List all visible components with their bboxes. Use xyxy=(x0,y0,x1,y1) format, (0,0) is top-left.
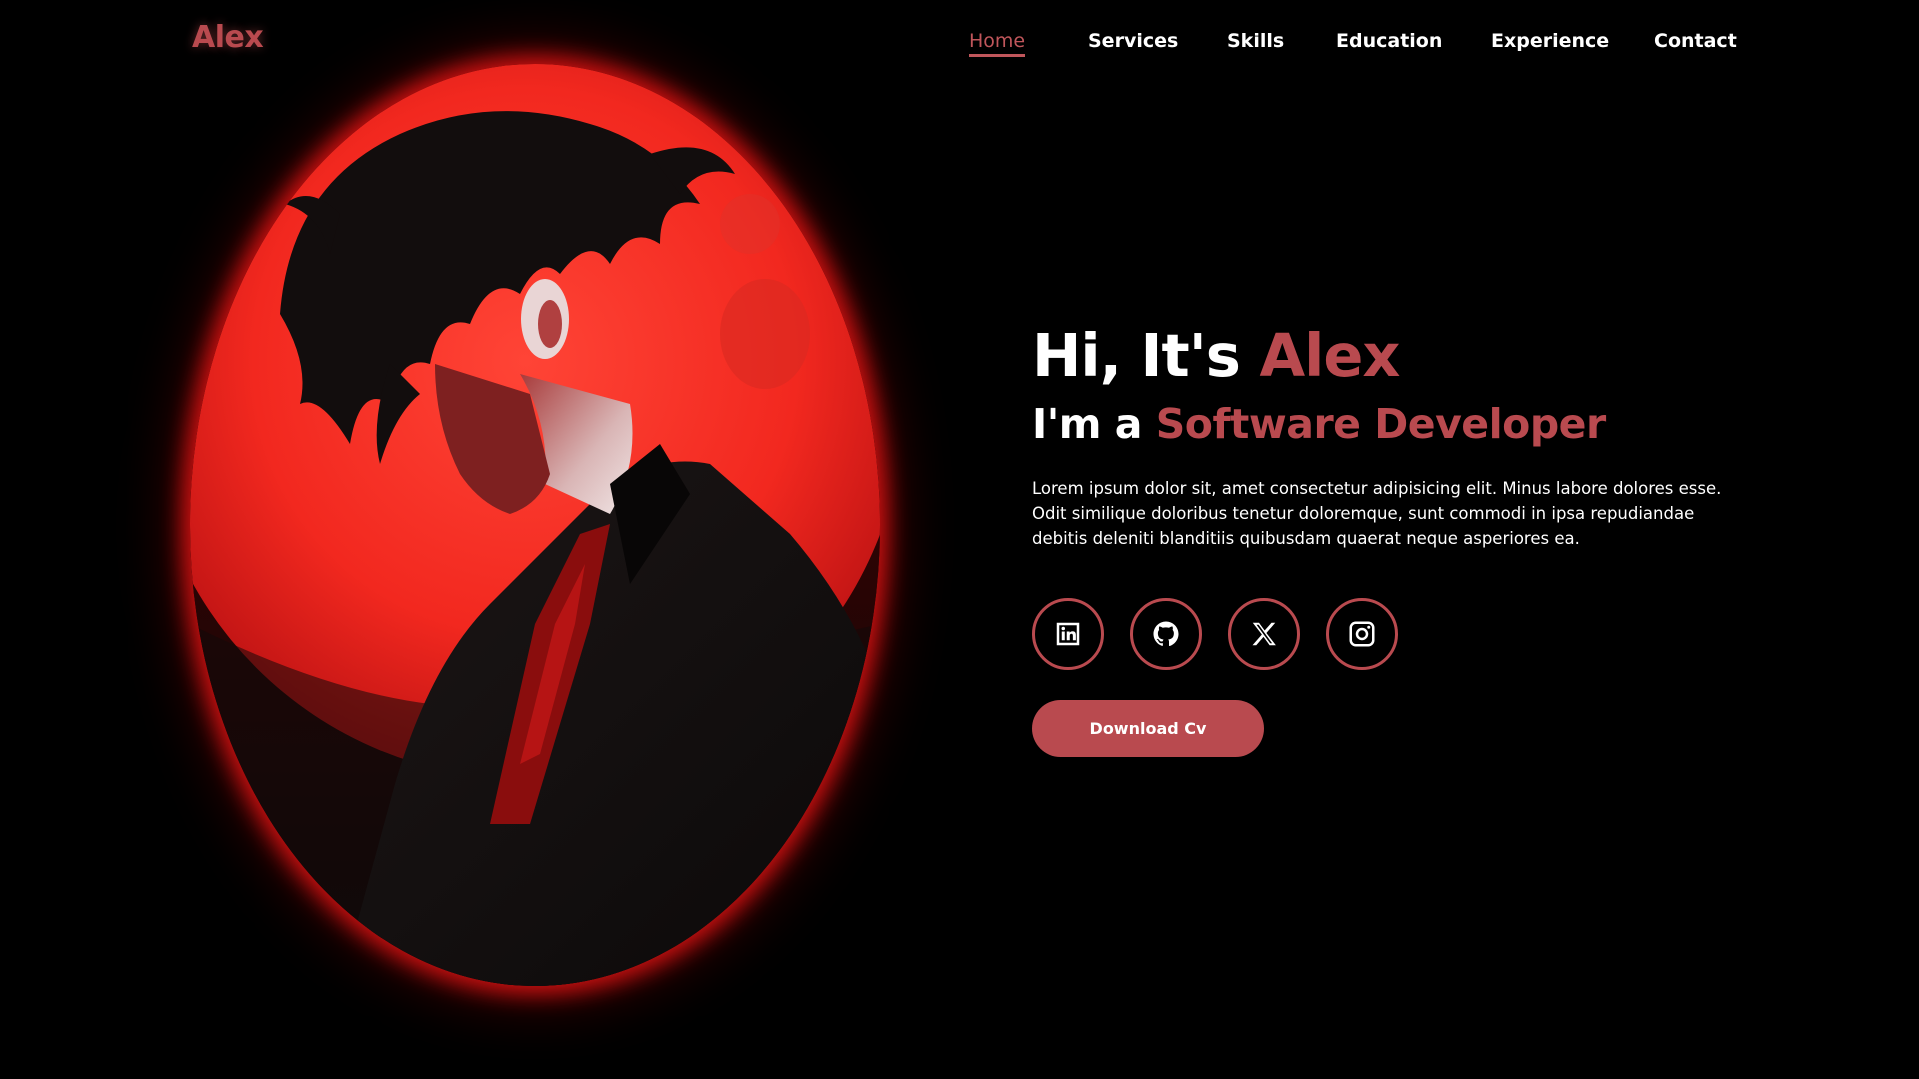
github-button[interactable] xyxy=(1130,598,1202,670)
nav-experience[interactable]: Experience xyxy=(1491,30,1609,52)
nav-skills[interactable]: Skills xyxy=(1227,30,1284,52)
x-button[interactable] xyxy=(1228,598,1300,670)
linkedin-icon xyxy=(1056,622,1080,646)
greeting-name: Alex xyxy=(1259,321,1400,390)
nav-home[interactable]: Home xyxy=(969,30,1026,57)
hero-role: I'm a Software Developer xyxy=(1032,394,1752,454)
nav-education[interactable]: Education xyxy=(1336,30,1442,52)
instagram-icon xyxy=(1349,621,1375,647)
nav-contact[interactable]: Contact xyxy=(1654,30,1737,52)
nav-services[interactable]: Services xyxy=(1088,30,1178,52)
github-icon xyxy=(1153,621,1179,647)
instagram-button[interactable] xyxy=(1326,598,1398,670)
x-icon xyxy=(1252,622,1276,646)
hero-greeting: Hi, It's Alex xyxy=(1032,318,1752,394)
main-nav: Home Services Skills Education Experienc… xyxy=(969,30,1737,64)
logo[interactable]: Alex xyxy=(192,20,264,55)
hero-text: Hi, It's Alex I'm a Software Developer L… xyxy=(1032,318,1752,551)
role-prefix: I'm a xyxy=(1032,400,1142,448)
greeting-prefix: Hi, It's xyxy=(1032,321,1241,390)
social-links xyxy=(1032,598,1432,670)
role-title: Software Developer xyxy=(1155,400,1606,448)
portfolio-page: Alex Home Services Skills Education Expe… xyxy=(0,0,1919,1079)
profile-illustration xyxy=(190,64,880,986)
hero-description: Lorem ipsum dolor sit, amet consectetur … xyxy=(1032,479,1722,548)
linkedin-button[interactable] xyxy=(1032,598,1104,670)
download-cv-button[interactable]: Download Cv xyxy=(1032,700,1264,757)
profile-illustration-art xyxy=(190,64,880,986)
